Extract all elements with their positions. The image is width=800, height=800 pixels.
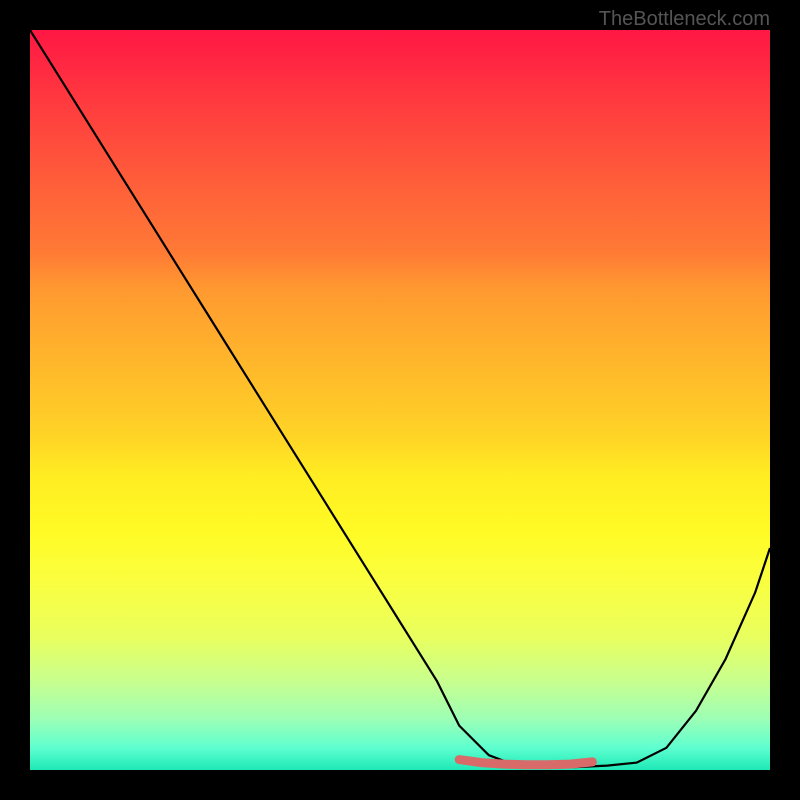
watermark-text: TheBottleneck.com xyxy=(599,8,770,31)
chart-container: TheBottleneck.com xyxy=(0,0,800,800)
bottleneck-curve xyxy=(30,30,770,768)
chart-svg xyxy=(30,30,770,770)
plot-area xyxy=(30,30,770,770)
highlight-segment xyxy=(459,760,592,765)
